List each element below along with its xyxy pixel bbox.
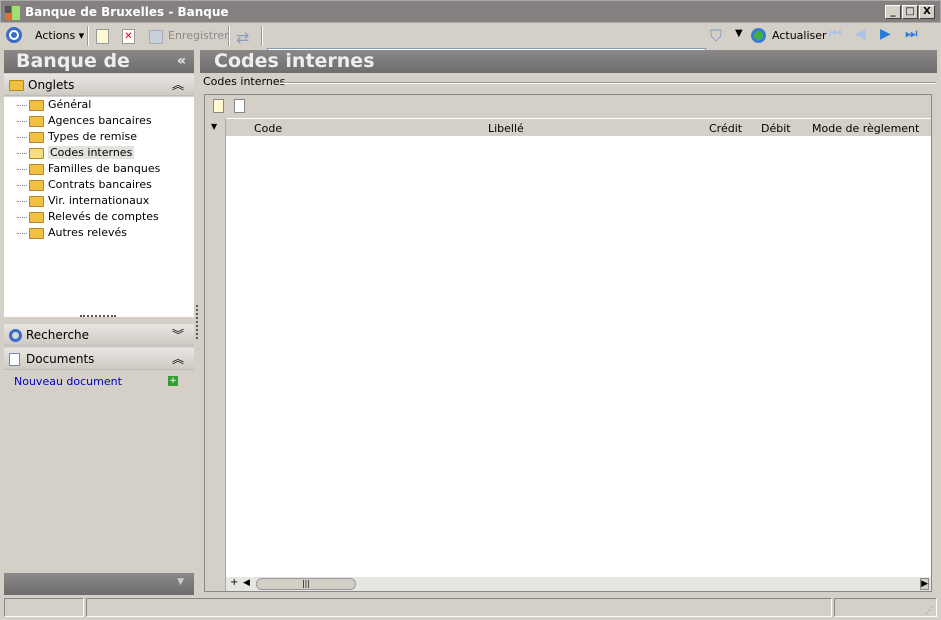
- dropdown-icon[interactable]: ▼: [177, 577, 184, 587]
- folder-icon: [9, 80, 24, 91]
- left-panel-header: Banque de Bru... «: [4, 50, 194, 94]
- onglets-section-header[interactable]: Onglets ︽: [4, 74, 194, 96]
- folder-icon: [29, 227, 44, 239]
- tree-item-label: Types de remise: [48, 130, 138, 143]
- new-document-link[interactable]: Nouveau document: [14, 375, 122, 388]
- splitter-handle[interactable]: [80, 315, 116, 317]
- tree-item-codes-internes[interactable]: Codes internes: [4, 145, 194, 161]
- tree-item-label: Contrats bancaires: [48, 178, 152, 191]
- next-record-icon[interactable]: ▶: [880, 26, 891, 42]
- tree-item-contrats[interactable]: Contrats bancaires: [4, 177, 194, 193]
- title-bar: Banque de Bruxelles - Banque _ □ X: [0, 0, 941, 23]
- vertical-splitter[interactable]: [196, 305, 198, 339]
- documents-section-header[interactable]: Documents ︽: [4, 348, 194, 370]
- save-button[interactable]: Enregistrer: [168, 27, 229, 45]
- collapse-panel-button[interactable]: «: [177, 50, 186, 72]
- column-chooser-icon[interactable]: ▼: [211, 122, 217, 131]
- resize-grip-icon[interactable]: ⋰: [925, 606, 934, 616]
- tree-item-label: Vir. internationaux: [48, 194, 150, 207]
- recherche-label: Recherche: [26, 328, 90, 342]
- actions-menu[interactable]: Actions ▾: [35, 27, 84, 45]
- first-record-icon[interactable]: ⏮: [829, 26, 842, 42]
- tree-item-label: Codes internes: [48, 146, 135, 159]
- documents-label: Documents: [26, 352, 95, 366]
- scroll-left-icon[interactable]: ◀: [243, 578, 250, 588]
- collapse-icon[interactable]: ︽: [172, 348, 184, 370]
- refresh-icon[interactable]: [751, 28, 766, 43]
- tree-item-label: Autres relevés: [48, 226, 127, 239]
- save-icon: [149, 30, 163, 44]
- recherche-section-header[interactable]: Recherche ︾: [4, 324, 194, 346]
- horizontal-scrollbar[interactable]: + ◀ ||| ▶: [226, 577, 931, 591]
- app-icon: [5, 6, 11, 20]
- column-header-credit[interactable]: Crédit: [709, 122, 742, 135]
- tree-item-releves[interactable]: Relevés de comptes: [4, 209, 194, 225]
- filter-dropdown-icon[interactable]: ▼: [735, 28, 743, 39]
- group-label: Codes internes: [203, 75, 286, 88]
- folder-icon: [29, 179, 44, 191]
- close-button[interactable]: X: [919, 5, 935, 19]
- tree-item-vir-internationaux[interactable]: Vir. internationaux: [4, 193, 194, 209]
- tree-item-agences[interactable]: Agences bancaires: [4, 113, 194, 129]
- new-icon[interactable]: [96, 29, 109, 44]
- last-record-icon[interactable]: ⏭: [905, 26, 918, 42]
- onglets-label: Onglets: [28, 78, 75, 92]
- search-icon: [9, 329, 22, 342]
- grid-toolbar: [205, 95, 931, 118]
- main-header: Codes internes: [200, 50, 937, 73]
- tree-item-label: Relevés de comptes: [48, 210, 159, 223]
- column-header-libelle[interactable]: Libellé: [488, 122, 524, 135]
- sync-icon[interactable]: ⇄: [236, 28, 249, 47]
- scroll-thumb[interactable]: |||: [256, 578, 356, 590]
- tree-item-autres-releves[interactable]: Autres relevés: [4, 225, 194, 241]
- tree-item-types-remise[interactable]: Types de remise: [4, 129, 194, 145]
- column-header-debit[interactable]: Débit: [761, 122, 791, 135]
- scroll-right-icon[interactable]: ▶: [920, 578, 929, 590]
- folder-icon: [29, 115, 44, 127]
- data-grid: ▼: [204, 94, 932, 592]
- actions-label: Actions: [35, 29, 76, 42]
- column-header-code[interactable]: Code: [254, 122, 282, 135]
- folder-icon: [29, 99, 44, 111]
- tree-item-label: Général: [48, 98, 92, 111]
- main-title: Codes internes: [214, 50, 375, 72]
- column-header-mode-reglement[interactable]: Mode de règlement: [812, 122, 919, 135]
- previous-record-icon[interactable]: ◀: [855, 26, 866, 42]
- expand-icon[interactable]: ︾: [172, 324, 184, 346]
- tree-item-familles[interactable]: Familles de banques: [4, 161, 194, 177]
- folder-icon: [29, 163, 44, 175]
- filter-icon[interactable]: ⛉: [710, 26, 722, 46]
- expand-plus-icon[interactable]: +: [230, 577, 238, 588]
- open-folder-icon: [29, 147, 44, 159]
- collapse-icon[interactable]: ︽: [172, 74, 184, 96]
- left-panel-footer: ▼: [4, 573, 194, 595]
- tree-item-label: Familles de banques: [48, 162, 161, 175]
- tabs-tree: Général Agences bancaires Types de remis…: [4, 97, 194, 317]
- add-document-icon[interactable]: +: [168, 376, 178, 386]
- toolbar: Actions ▾ ✕ Enregistrer ⇄ BB ⛉ ▼ Actuali…: [0, 23, 941, 67]
- row-selector-column: ▼: [205, 118, 226, 591]
- status-bar: ⋰: [4, 598, 937, 617]
- folder-icon: [29, 131, 44, 143]
- navigation-icon[interactable]: [6, 27, 22, 43]
- minimize-button[interactable]: _: [885, 5, 901, 19]
- folder-icon: [29, 211, 44, 223]
- edit-row-icon[interactable]: [234, 99, 245, 113]
- refresh-button[interactable]: Actualiser: [772, 27, 827, 45]
- folder-icon: [29, 195, 44, 207]
- tree-item-general[interactable]: Général: [4, 97, 194, 113]
- tree-item-label: Agences bancaires: [48, 114, 152, 127]
- window-title: Banque de Bruxelles - Banque: [25, 5, 229, 19]
- delete-icon[interactable]: ✕: [122, 29, 135, 44]
- maximize-button[interactable]: □: [902, 5, 918, 19]
- new-row-icon[interactable]: [213, 99, 224, 113]
- document-icon: [9, 353, 20, 366]
